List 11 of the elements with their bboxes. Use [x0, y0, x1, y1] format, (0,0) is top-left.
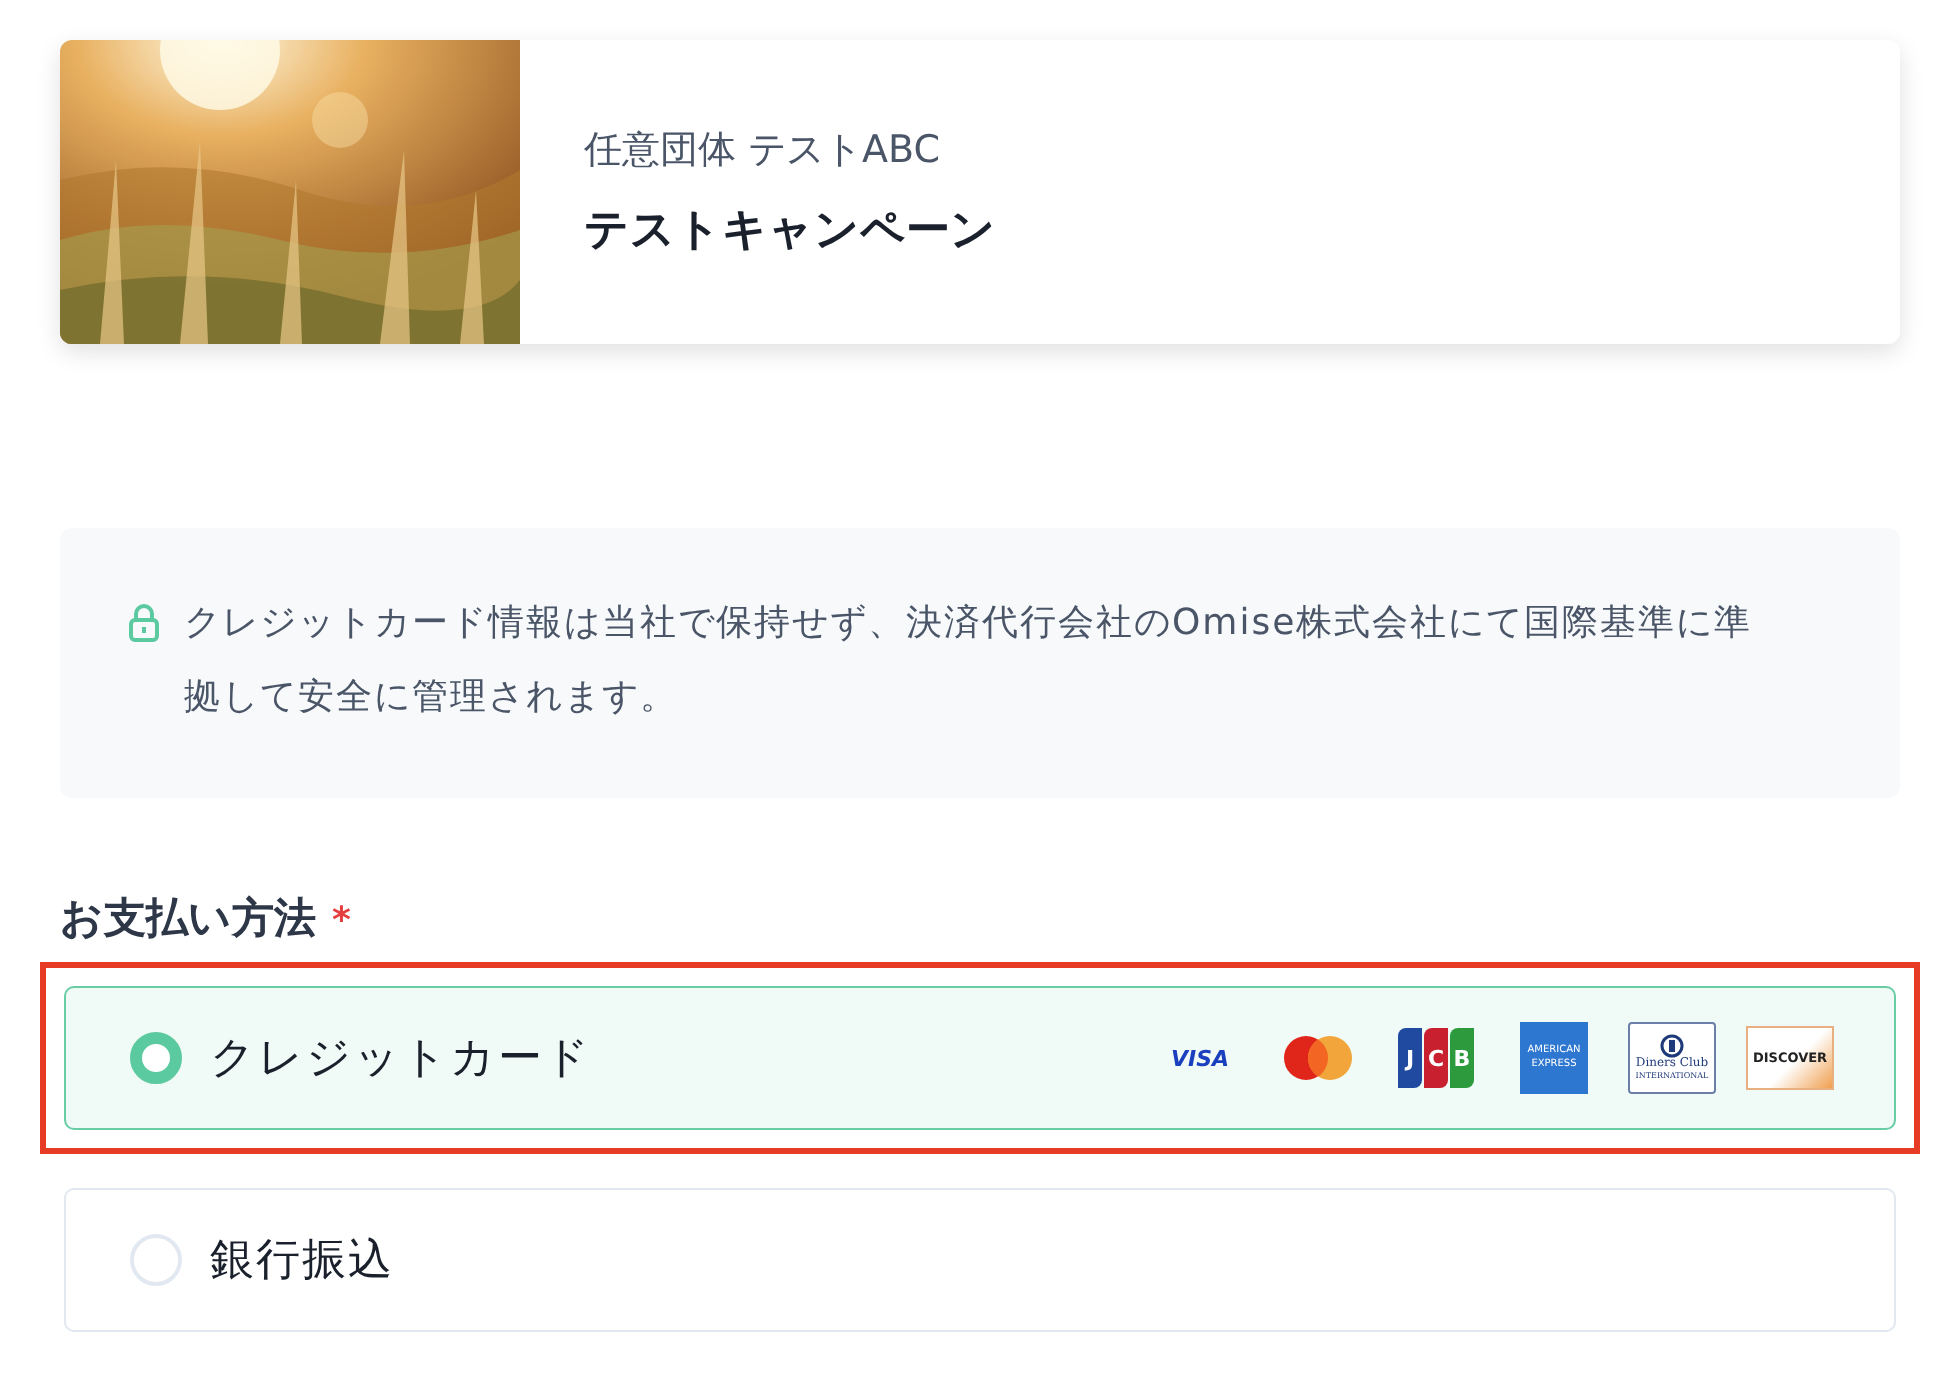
organization-name: 任意団体 テストABC: [584, 126, 943, 176]
visa-logo: VISA: [1170, 1045, 1230, 1071]
campaign-title: テストキャンペーン: [584, 204, 996, 260]
radio-button[interactable]: [130, 1032, 182, 1084]
notice-text: クレジットカード情報は当社で保持せず、決済代行会社のOmise株式会社にて国際基準に準拠して安全に管理されます。: [184, 600, 1755, 722]
jcb-logo: J C B: [1398, 1028, 1474, 1088]
lock-icon: [128, 602, 160, 642]
required-mark: *: [332, 900, 351, 942]
payment-method-label: お支払い方法: [60, 892, 316, 946]
payment-option[interactable]: 銀行振込: [64, 1188, 1896, 1332]
mastercard-logo: [1282, 1034, 1354, 1082]
